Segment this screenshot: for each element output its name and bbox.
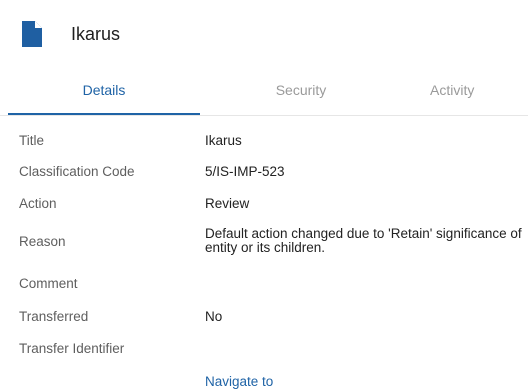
field-value-transferred: No: [205, 309, 223, 324]
field-value-action: Review: [205, 196, 250, 211]
tab-bar: Details Security Activity: [0, 72, 528, 116]
field-value-reason: Default action changed due to 'Retain' s…: [205, 226, 522, 255]
field-label-classification-code: Classification Code: [19, 164, 135, 179]
field-label-reason: Reason: [19, 234, 66, 249]
field-label-action: Action: [19, 196, 57, 211]
active-tab-indicator: [8, 113, 200, 115]
field-value-classification-code: 5/IS-IMP-523: [205, 164, 285, 179]
page-header: Ikarus: [0, 0, 528, 66]
field-label-transferred: Transferred: [19, 309, 89, 324]
tab-activity[interactable]: Activity: [430, 72, 528, 115]
tab-security[interactable]: Security: [205, 72, 397, 115]
field-value-title: Ikarus: [205, 133, 242, 148]
field-label-title: Title: [19, 133, 45, 148]
document-icon: [22, 21, 42, 47]
page-title: Ikarus: [71, 24, 121, 44]
tab-details[interactable]: Details: [8, 72, 200, 115]
field-label-transfer-identifier: Transfer Identifier: [19, 341, 125, 356]
navigate-to-link[interactable]: Navigate to: [205, 374, 273, 389]
field-label-comment: Comment: [19, 276, 78, 291]
